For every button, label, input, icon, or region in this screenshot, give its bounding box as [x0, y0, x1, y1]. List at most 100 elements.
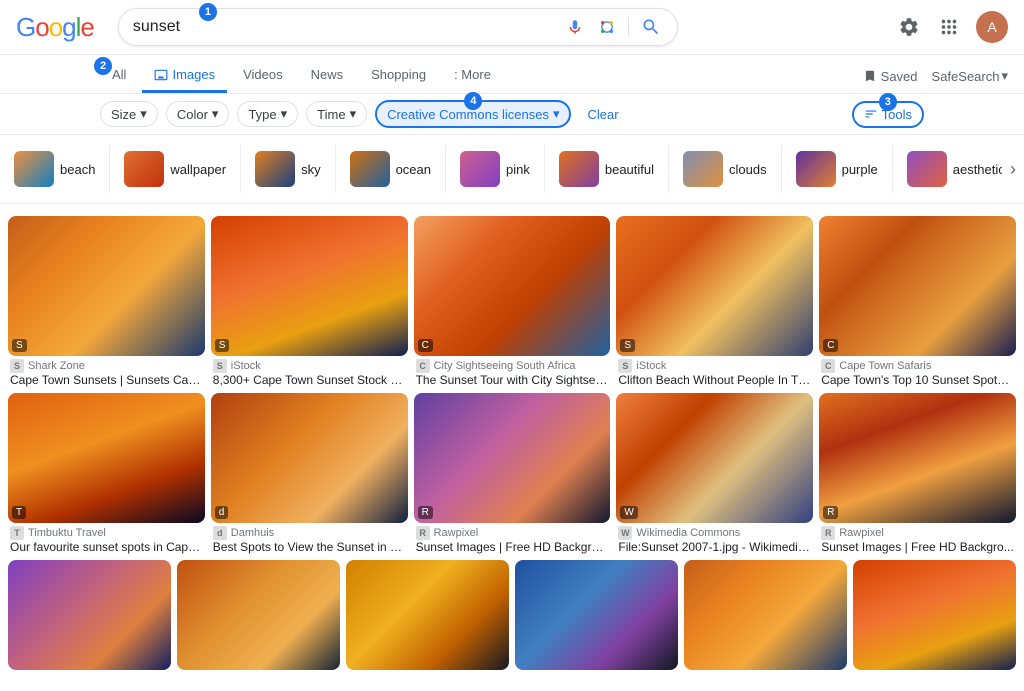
source-icon: S: [618, 359, 632, 373]
source-name: Shark Zone: [28, 360, 85, 372]
image-source: C City Sightseeing South Africa: [414, 359, 611, 373]
image-card-row1-3[interactable]: S S iStock Clifton Beach Without People …: [616, 216, 813, 387]
source-name: Wikimedia Commons: [636, 527, 740, 539]
image-card-row2-0[interactable]: T T Timbuktu Travel Our favourite sunset…: [8, 393, 205, 554]
image-card-row3-4[interactable]: [684, 560, 847, 673]
search-bar: 1: [118, 8, 678, 46]
image-source: R Rawpixel: [819, 526, 1016, 540]
image-overlay-label: S: [620, 339, 635, 352]
badge-1: 1: [199, 3, 217, 21]
source-icon: C: [416, 359, 430, 373]
image-card-row2-2[interactable]: R R Rawpixel Sunset Images | Free HD Bac…: [414, 393, 611, 554]
size-filter[interactable]: Size ▾: [100, 101, 158, 127]
lens-button[interactable]: [596, 16, 618, 38]
source-icon: T: [10, 526, 24, 540]
image-card-row1-1[interactable]: S S iStock 8,300+ Cape Town Sunset Stock…: [211, 216, 408, 387]
badge-3: 3: [879, 93, 897, 111]
tab-all[interactable]: 2 All: [100, 59, 138, 93]
settings-button[interactable]: [896, 14, 922, 40]
image-box: [177, 560, 340, 670]
image-source: S Shark Zone: [8, 359, 205, 373]
tab-videos[interactable]: Videos: [231, 59, 295, 93]
chip-thumb-beautiful: [559, 151, 599, 187]
image-card-row3-5[interactable]: [853, 560, 1016, 673]
image-card-row3-1[interactable]: [177, 560, 340, 673]
image-title: Sunset Images | Free HD Backgrounds ...: [414, 540, 611, 554]
source-icon: S: [10, 359, 24, 373]
chip-thumb-wallpaper: [124, 151, 164, 187]
chip-purple[interactable]: purple: [782, 145, 893, 193]
badge-4: 4: [464, 92, 482, 110]
chip-wallpaper[interactable]: wallpaper: [110, 145, 241, 193]
tab-images[interactable]: Images: [142, 59, 227, 93]
gear-icon: [898, 16, 920, 38]
image-title: Clifton Beach Without People In The ...: [616, 373, 813, 387]
saved-button[interactable]: Saved: [863, 69, 918, 84]
tab-news[interactable]: News: [299, 59, 356, 93]
image-box: W: [616, 393, 813, 523]
header: Google 1: [0, 0, 1024, 55]
search-input[interactable]: [133, 18, 556, 36]
image-card-row2-3[interactable]: W W Wikimedia Commons File:Sunset 2007-1…: [616, 393, 813, 554]
search-icons: [564, 15, 663, 39]
apps-button[interactable]: [936, 14, 962, 40]
image-card-row1-2[interactable]: C C City Sightseeing South Africa The Su…: [414, 216, 611, 387]
chip-label-pink: pink: [506, 162, 530, 177]
image-source: R Rawpixel: [414, 526, 611, 540]
chips-container: beach wallpaper sky ocean pink beautiful…: [0, 145, 1002, 193]
image-overlay-label: S: [12, 339, 27, 352]
source-icon: R: [821, 526, 835, 540]
search-button[interactable]: [639, 15, 663, 39]
chip-thumb-beach: [14, 151, 54, 187]
image-title: Our favourite sunset spots in Cape To...: [8, 540, 205, 554]
chip-ocean[interactable]: ocean: [336, 145, 446, 193]
tab-more[interactable]: : More: [442, 59, 503, 93]
image-card-row2-1[interactable]: d d Damhuis Best Spots to View the Sunse…: [211, 393, 408, 554]
chip-label-wallpaper: wallpaper: [170, 162, 226, 177]
avatar[interactable]: A: [976, 11, 1008, 43]
image-card-row2-4[interactable]: R R Rawpixel Sunset Images | Free HD Bac…: [819, 393, 1016, 554]
lens-icon: [598, 18, 616, 36]
bookmark-icon: [863, 69, 877, 83]
mic-icon: [566, 18, 584, 36]
chips-next-arrow[interactable]: ›: [1002, 159, 1024, 180]
image-box: [8, 560, 171, 670]
chip-beach[interactable]: beach: [0, 145, 110, 193]
chip-thumb-pink: [460, 151, 500, 187]
color-filter[interactable]: Color ▾: [166, 101, 230, 127]
image-overlay-label: S: [215, 339, 230, 352]
image-card-row1-0[interactable]: S S Shark Zone Cape Town Sunsets | Sunse…: [8, 216, 205, 387]
image-overlay-label: R: [823, 506, 838, 519]
image-box: [346, 560, 509, 670]
chip-aesthetic[interactable]: aesthetic: [893, 145, 1002, 193]
source-name: Rawpixel: [434, 527, 479, 539]
time-filter[interactable]: Time ▾: [306, 101, 367, 127]
tools-area: 3 Tools: [852, 101, 924, 128]
image-overlay-label: C: [418, 339, 433, 352]
image-source: S iStock: [616, 359, 813, 373]
image-card-row1-4[interactable]: C C Cape Town Safaris Cape Town's Top 10…: [819, 216, 1016, 387]
image-title: Sunset Images | Free HD Backgro...: [819, 540, 1016, 554]
image-box: C: [819, 216, 1016, 356]
image-title: Cape Town Sunsets | Sunsets Cape To...: [8, 373, 205, 387]
type-filter[interactable]: Type ▾: [237, 101, 298, 127]
source-icon: C: [821, 359, 835, 373]
chip-sky[interactable]: sky: [241, 145, 336, 193]
chip-beautiful[interactable]: beautiful: [545, 145, 669, 193]
image-card-row3-0[interactable]: [8, 560, 171, 673]
chip-clouds[interactable]: clouds: [669, 145, 782, 193]
search-icon: [641, 17, 661, 37]
image-box: d: [211, 393, 408, 523]
safe-search[interactable]: SafeSearch ▾: [932, 68, 1008, 84]
image-card-row3-2[interactable]: [346, 560, 509, 673]
image-box: S: [616, 216, 813, 356]
source-icon: R: [416, 526, 430, 540]
tab-shopping[interactable]: Shopping: [359, 59, 438, 93]
chip-pink[interactable]: pink: [446, 145, 545, 193]
mic-button[interactable]: [564, 16, 586, 38]
images-tab-icon: [154, 68, 168, 82]
clear-button[interactable]: Clear: [579, 103, 626, 126]
image-box: R: [414, 393, 611, 523]
image-box: S: [8, 216, 205, 356]
image-card-row3-3[interactable]: [515, 560, 678, 673]
